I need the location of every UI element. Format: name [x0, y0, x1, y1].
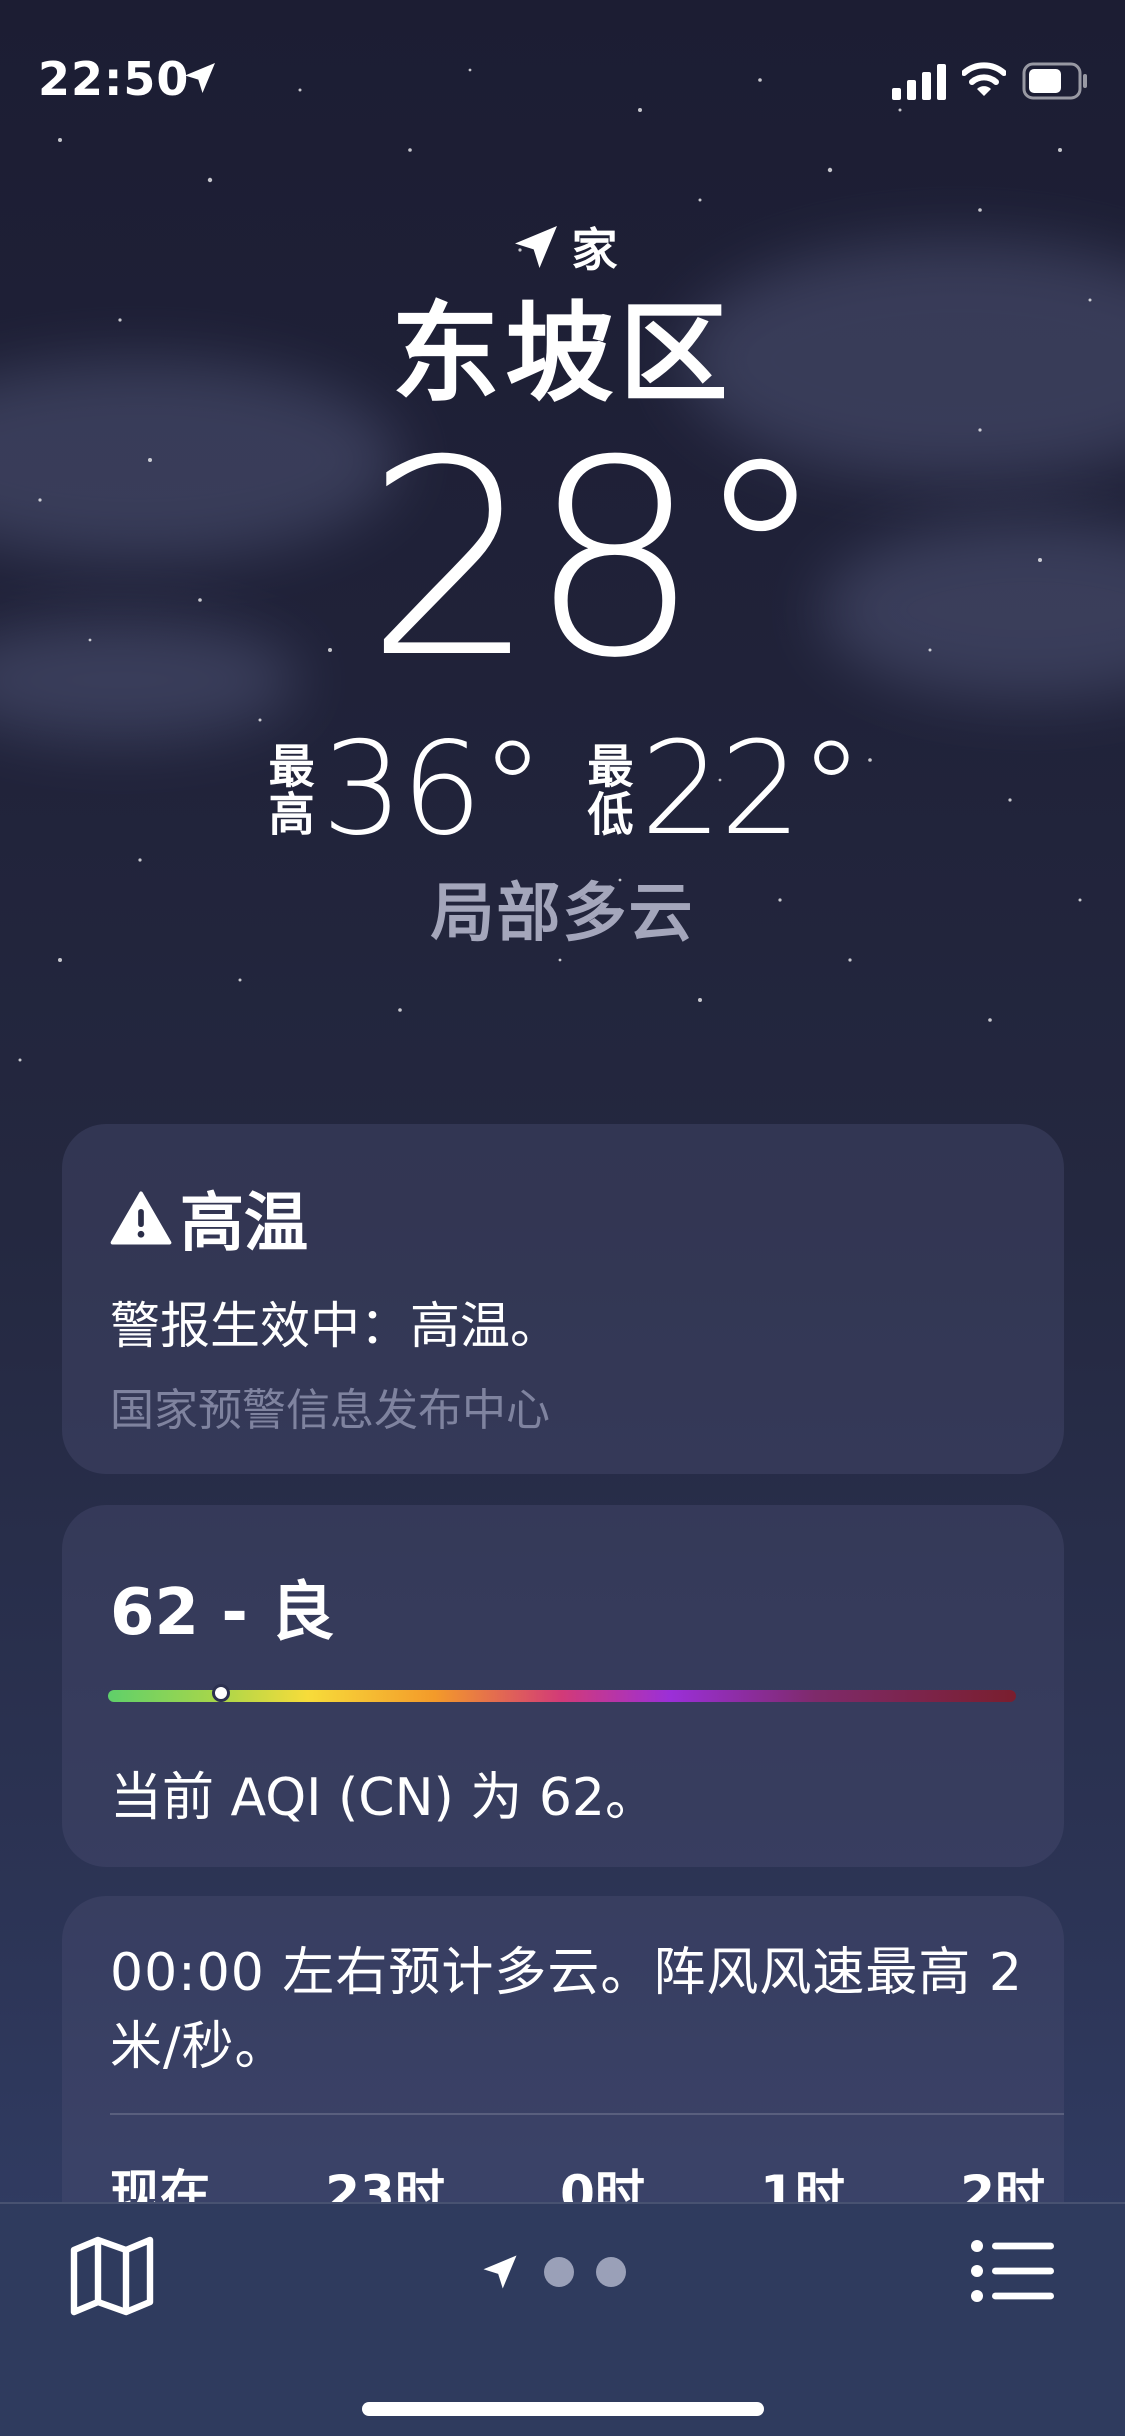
bottom-toolbar [0, 2202, 1125, 2436]
alert-source: 国家预警信息发布中心 [110, 1385, 550, 1436]
high-label: 最高 [261, 742, 316, 838]
aqi-title: 62 - 良 [110, 1576, 335, 1650]
cellular-signal-icon [892, 64, 946, 100]
aqi-scale-bar [108, 1684, 1016, 1702]
map-icon[interactable] [68, 2234, 156, 2318]
low-value: 22° [640, 715, 864, 864]
heat-alert-card[interactable]: 高温 警报生效中：高温。 国家预警信息发布中心 [62, 1124, 1064, 1474]
warning-triangle-icon [110, 1191, 172, 1245]
city-name: 东坡区 [391, 292, 734, 417]
status-time: 22:50 [38, 52, 190, 106]
page-dot[interactable] [596, 2257, 626, 2287]
list-icon[interactable] [970, 2238, 1056, 2304]
battery-icon [1022, 62, 1087, 100]
page-indicator[interactable] [478, 2250, 626, 2294]
low-label: 最低 [580, 742, 635, 838]
air-quality-card[interactable]: 62 - 良 当前 AQI (CN) 为 62。 [62, 1505, 1064, 1867]
location-row: 家 [0, 212, 1125, 282]
weather-condition: 局部多云 [430, 877, 695, 951]
location-arrow-icon [185, 63, 215, 93]
aqi-indicator [211, 1684, 230, 1702]
page-dot[interactable] [544, 2257, 574, 2287]
location-label: 家 [571, 223, 618, 277]
alert-title: 高温 [180, 1187, 308, 1261]
home-indicator[interactable] [362, 2402, 764, 2416]
current-temperature: 28° [365, 402, 828, 717]
alert-title-row: 高温 [110, 1172, 308, 1264]
current-location-page-icon[interactable] [478, 2250, 522, 2294]
status-bar: 22:50 [0, 0, 1125, 150]
alert-text: 警报生效中：高温。 [110, 1297, 560, 1355]
high-low-row: 最高 36° 最低 22° [0, 720, 1125, 860]
high-value: 36° [321, 715, 545, 864]
forecast-summary: 00:00 左右预计多云。阵风风速最高 2 米/秒。 [110, 1943, 1023, 2077]
wifi-icon [962, 62, 1006, 96]
divider [110, 2113, 1064, 2115]
high-temperature: 最高 36° [261, 715, 545, 864]
aqi-description: 当前 AQI (CN) 为 62。 [110, 1768, 657, 1828]
low-temperature: 最低 22° [580, 715, 864, 864]
location-arrow-icon [514, 226, 557, 268]
weather-screen: 22:50 家 东坡区 28° 最高 36° 最低 22° 局部多云 高温 警报… [0, 0, 1125, 2436]
